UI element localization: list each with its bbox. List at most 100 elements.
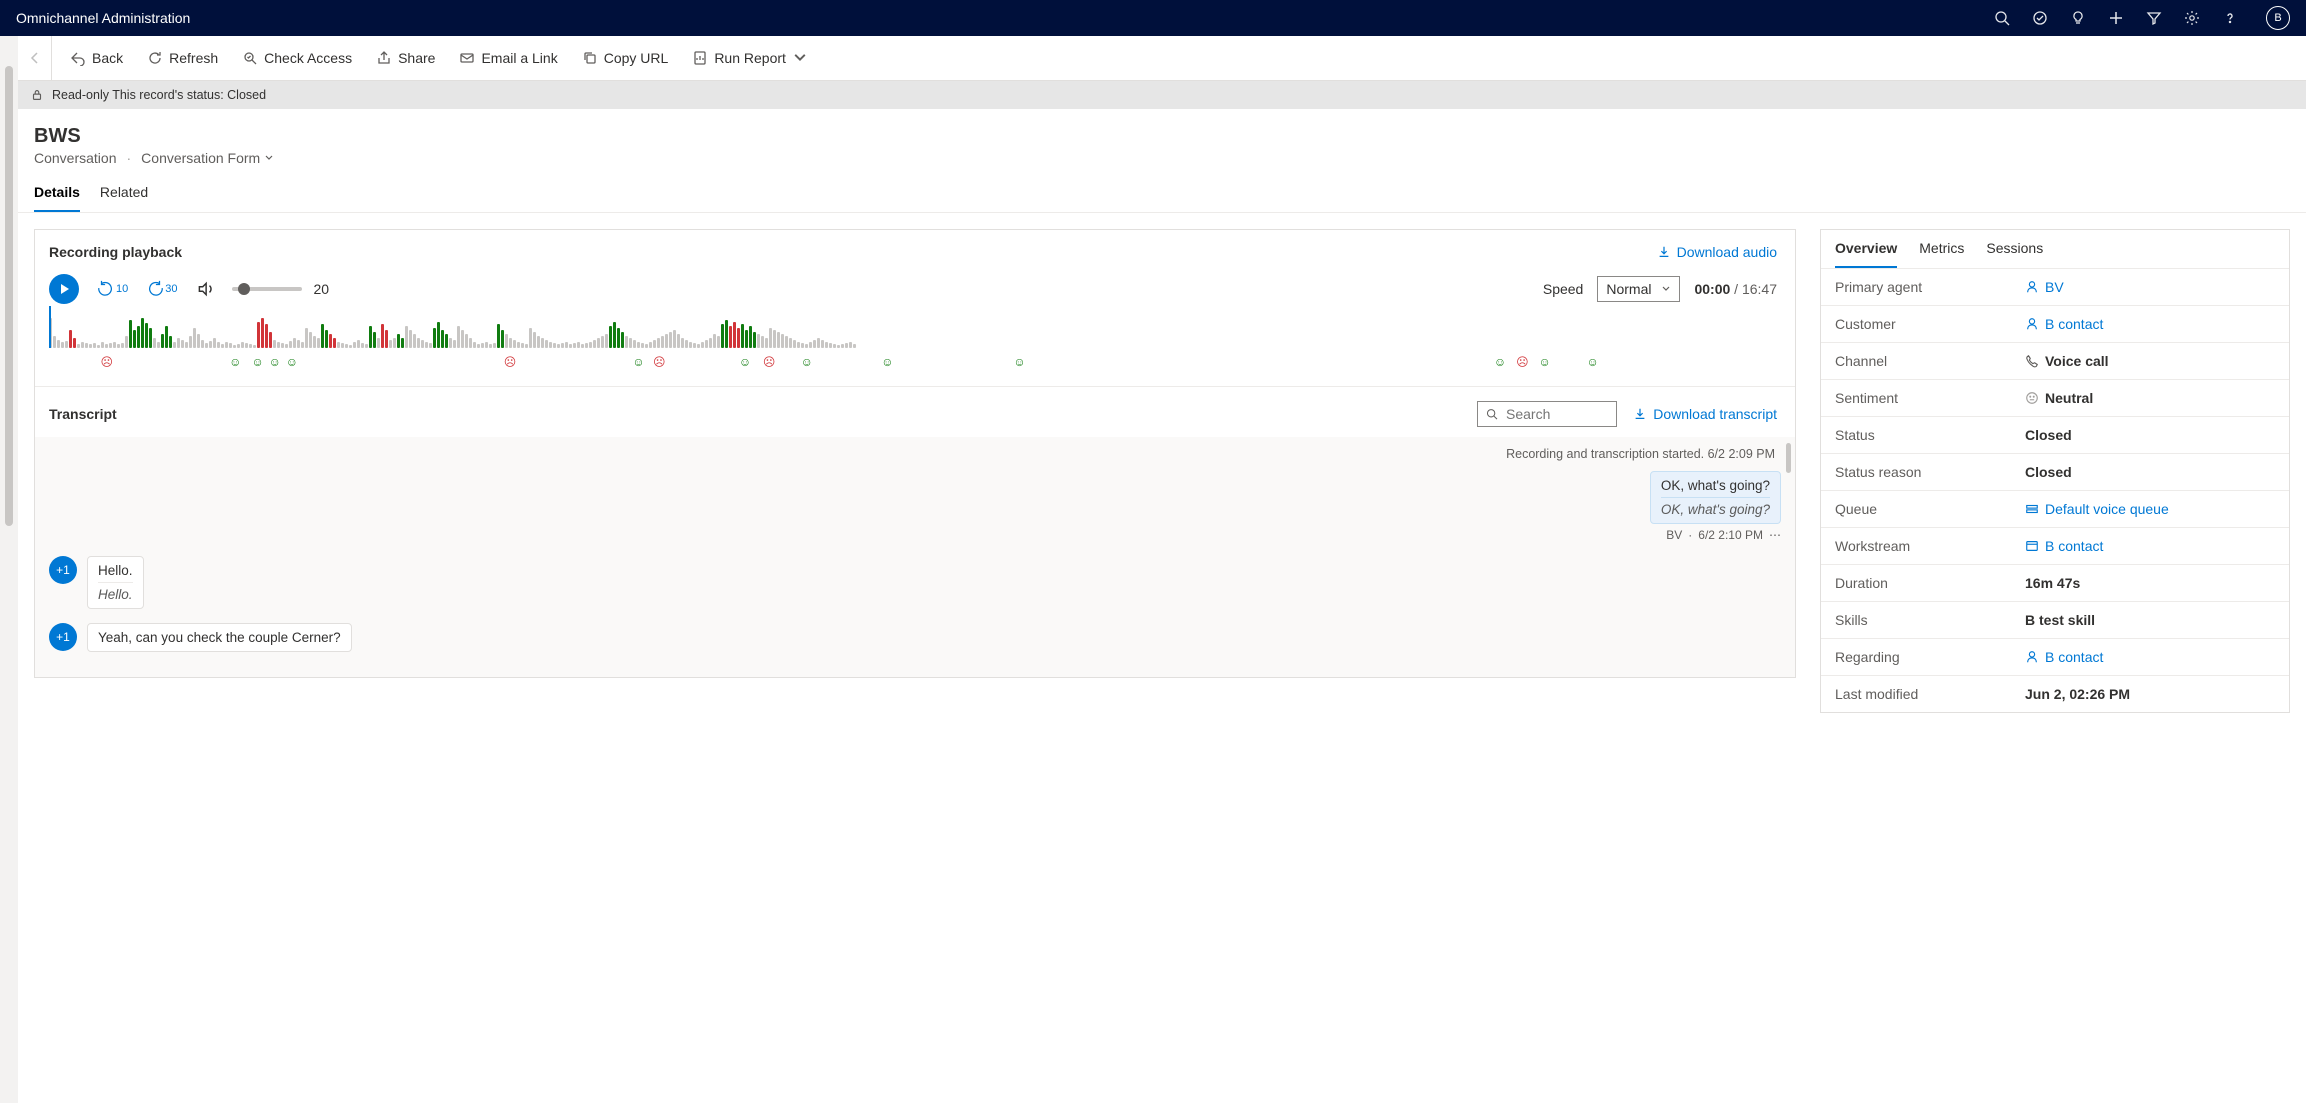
wave-bar — [549, 342, 552, 348]
wave-bar — [653, 340, 656, 348]
search-icon[interactable] — [1994, 10, 2010, 26]
wave-bar — [813, 340, 816, 348]
help-icon[interactable] — [2222, 10, 2238, 26]
agent-alt-text: OK, what's going? — [1661, 497, 1770, 517]
share-button[interactable]: Share — [366, 42, 445, 74]
primary-agent-value[interactable]: BV — [2025, 279, 2064, 295]
tab-related[interactable]: Related — [100, 184, 148, 212]
wave-bar — [629, 338, 632, 348]
transcript-search[interactable] — [1477, 401, 1617, 427]
wave-bar — [429, 343, 432, 348]
time-display: 00:00 / 16:47 — [1694, 281, 1777, 297]
plus-icon[interactable] — [2108, 10, 2124, 26]
wave-bar — [345, 344, 348, 348]
wave-bar — [613, 322, 616, 348]
wave-bar — [713, 334, 716, 348]
copy-url-button[interactable]: Copy URL — [572, 42, 679, 74]
wave-bar — [193, 328, 196, 348]
wave-bar — [365, 344, 368, 348]
wave-bar — [369, 326, 372, 348]
rp-tab-sessions[interactable]: Sessions — [1986, 240, 2043, 268]
task-check-icon[interactable] — [2032, 10, 2048, 26]
wave-bar — [685, 340, 688, 348]
wave-bar — [105, 344, 108, 348]
email-link-button[interactable]: Email a Link — [449, 42, 567, 74]
volume-slider[interactable] — [232, 287, 302, 291]
wave-bar — [117, 344, 120, 348]
rp-tab-overview[interactable]: Overview — [1835, 240, 1897, 268]
skills-value: B test skill — [2025, 612, 2095, 628]
wave-bar — [693, 343, 696, 348]
lock-icon — [30, 88, 44, 102]
wave-bar — [253, 345, 256, 348]
wave-bar — [705, 340, 708, 348]
wave-bar — [493, 343, 496, 348]
form-selector[interactable]: Conversation Form — [141, 150, 274, 166]
back-button[interactable]: Back — [60, 42, 133, 74]
wave-bar — [537, 336, 540, 348]
queue-value[interactable]: Default voice queue — [2025, 501, 2169, 517]
user-avatar[interactable]: B — [2266, 6, 2290, 30]
forward-30-button[interactable]: 30 — [146, 280, 177, 298]
customer-value[interactable]: B contact — [2025, 316, 2103, 332]
wave-bar — [581, 344, 584, 348]
lightbulb-icon[interactable] — [2070, 10, 2086, 26]
check-access-button[interactable]: Check Access — [232, 42, 362, 74]
meta-more[interactable]: ⋯ — [1769, 528, 1781, 542]
wave-bar — [241, 342, 244, 348]
forward-icon — [146, 280, 164, 298]
wave-bar — [93, 343, 96, 348]
wave-bar — [445, 334, 448, 348]
workstream-value[interactable]: B contact — [2025, 538, 2103, 554]
rewind-10-button[interactable]: 10 — [97, 280, 128, 298]
waveform[interactable] — [49, 308, 1777, 348]
wave-bar — [729, 326, 732, 348]
caller-bubble-1[interactable]: Hello. Hello. — [87, 556, 144, 609]
caller-bubble-2[interactable]: Yeah, can you check the couple Cerner? — [87, 623, 352, 652]
volume-button[interactable] — [196, 280, 214, 298]
sentiment-negative-icon: ☹ — [504, 355, 517, 369]
regarding-value[interactable]: B contact — [2025, 649, 2103, 665]
refresh-button[interactable]: Refresh — [137, 42, 228, 74]
wave-bar — [837, 345, 840, 348]
wave-bar — [721, 324, 724, 348]
speed-select[interactable]: Normal — [1597, 276, 1680, 302]
wave-bar — [333, 338, 336, 348]
entity-name: Conversation — [34, 150, 117, 166]
page-title: BWS — [34, 125, 2290, 148]
wave-bar — [489, 344, 492, 348]
transcript-search-input[interactable] — [1506, 406, 1608, 422]
wave-bar — [65, 341, 68, 348]
rp-tab-metrics[interactable]: Metrics — [1919, 240, 1964, 268]
download-audio-button[interactable]: Download audio — [1657, 244, 1777, 260]
wave-bar — [405, 326, 408, 348]
wave-bar — [589, 342, 592, 348]
download-icon — [1657, 245, 1671, 259]
scrollbar-left[interactable] — [0, 36, 18, 1103]
transcript-scrollbar[interactable] — [1786, 443, 1791, 473]
wave-bar — [141, 318, 144, 348]
agent-author: BV — [1666, 528, 1682, 542]
wave-bar — [309, 332, 312, 348]
sentiment-label: Sentiment — [1835, 390, 2015, 406]
play-button[interactable] — [49, 274, 79, 304]
wave-bar — [329, 334, 332, 348]
filter-icon[interactable] — [2146, 10, 2162, 26]
agent-bubble[interactable]: OK, what's going? OK, what's going? — [1650, 471, 1781, 524]
back-arrow-icon[interactable] — [18, 36, 52, 80]
wave-bar — [461, 330, 464, 348]
playhead-marker[interactable] — [49, 306, 51, 348]
sentiment-positive-icon: ☺ — [739, 355, 751, 369]
wave-bar — [845, 343, 848, 348]
download-transcript-label: Download transcript — [1653, 406, 1777, 422]
tab-details[interactable]: Details — [34, 184, 80, 212]
wave-bar — [677, 334, 680, 348]
gear-icon[interactable] — [2184, 10, 2200, 26]
wave-bar — [553, 343, 556, 348]
wave-bar — [69, 330, 72, 348]
download-transcript-button[interactable]: Download transcript — [1633, 406, 1777, 422]
channel-label: Channel — [1835, 353, 2015, 369]
check-access-label: Check Access — [264, 50, 352, 66]
wave-bar — [793, 340, 796, 348]
run-report-button[interactable]: Run Report — [682, 42, 818, 74]
